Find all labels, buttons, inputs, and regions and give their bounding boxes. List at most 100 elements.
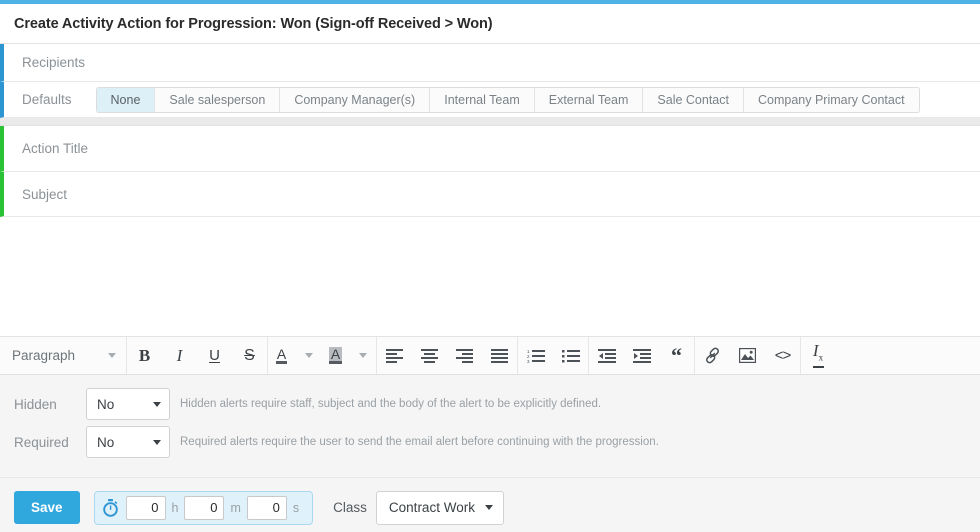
clear-formatting-button[interactable]: Ix (801, 337, 836, 374)
action-title-row[interactable]: Action Title (0, 126, 980, 172)
tab-sale-salesperson-label: Sale salesperson (169, 92, 266, 107)
align-right-icon (456, 348, 473, 363)
highlight-color-button[interactable]: A (322, 337, 349, 374)
paragraph-format-select[interactable]: Paragraph (0, 337, 126, 374)
ordered-list-icon: 1 2 3 (527, 349, 545, 363)
tab-internal-team-label: Internal Team (444, 92, 520, 107)
align-center-button[interactable] (412, 337, 447, 374)
text-style-group: B I U S (127, 337, 267, 374)
tab-internal-team[interactable]: Internal Team (430, 87, 535, 112)
hours-input[interactable]: 0 (125, 495, 166, 520)
indent-button[interactable] (624, 337, 659, 374)
strikethrough-button[interactable]: S (232, 337, 267, 374)
italic-icon: I (176, 345, 183, 365)
tab-none[interactable]: None (96, 87, 156, 112)
defaults-label: Defaults (22, 92, 72, 107)
recipient-tab-group: None Sale salesperson Company Manager(s)… (95, 86, 920, 113)
align-justify-button[interactable] (482, 337, 517, 374)
tab-company-primary-contact-label: Company Primary Contact (757, 92, 905, 107)
source-code-icon: <> (774, 347, 792, 364)
hidden-select-value: No (97, 396, 115, 412)
activity-action-dialog: Create Activity Action for Progression: … (0, 0, 980, 532)
link-icon (706, 347, 719, 364)
time-tracker-group: 0 h 0 m 0 s (93, 490, 314, 525)
clear-format-group: Ix (801, 337, 836, 374)
tab-company-primary-contact[interactable]: Company Primary Contact (743, 87, 919, 112)
chevron-down-icon (153, 401, 161, 407)
seconds-input[interactable]: 0 (246, 495, 287, 520)
tab-external-team[interactable]: External Team (534, 87, 644, 112)
required-row: Required No Required alerts require the … (14, 425, 980, 459)
blockquote-icon: “ (671, 342, 682, 368)
bullet-list-icon (561, 349, 580, 362)
tab-sale-salesperson[interactable]: Sale salesperson (155, 87, 281, 112)
svg-text:3: 3 (527, 359, 530, 363)
recipients-label: Recipients (22, 55, 86, 70)
clear-formatting-icon: Ix (812, 342, 825, 368)
hidden-select[interactable]: No (86, 388, 170, 420)
rich-text-editor-body[interactable] (0, 217, 980, 337)
class-select[interactable]: Contract Work (375, 490, 504, 525)
hours-unit-label: h (171, 500, 179, 515)
italic-button[interactable]: I (162, 337, 197, 374)
subject-input[interactable]: Subject (22, 187, 67, 202)
align-justify-icon (491, 348, 508, 363)
hidden-label: Hidden (14, 396, 57, 412)
chevron-down-icon (153, 439, 161, 445)
tab-external-team-label: External Team (548, 92, 629, 107)
options-section: Hidden No Hidden alerts require staff, s… (0, 375, 980, 478)
chevron-down-icon (358, 353, 367, 358)
chevron-down-icon (484, 505, 493, 510)
class-label: Class (333, 500, 367, 515)
editor-toolbar: Paragraph B I U S A A 1 2 3 “ <> Ix (0, 337, 980, 375)
image-icon (739, 348, 756, 363)
required-select-value: No (97, 434, 115, 450)
stopwatch-icon[interactable] (102, 498, 119, 517)
save-button[interactable]: Save (14, 491, 80, 524)
blockquote-button[interactable]: “ (659, 337, 694, 374)
required-select[interactable]: No (86, 426, 170, 458)
dialog-titlebar: Create Activity Action for Progression: … (0, 4, 980, 44)
image-button[interactable] (730, 337, 765, 374)
minutes-input[interactable]: 0 (184, 495, 225, 520)
align-left-button[interactable] (377, 337, 412, 374)
insert-group: <> (695, 337, 800, 374)
subject-row[interactable]: Subject (0, 172, 980, 217)
minutes-unit-label: m (230, 500, 241, 515)
outdent-button[interactable] (589, 337, 624, 374)
font-color-dropdown[interactable] (295, 337, 322, 374)
highlight-color-dropdown[interactable] (349, 337, 376, 374)
seconds-unit-label: s (292, 500, 300, 515)
tab-sale-contact-label: Sale Contact (657, 92, 729, 107)
class-select-value: Contract Work (388, 500, 475, 515)
color-group: A A (268, 337, 376, 374)
defaults-row: Defaults None Sale salesperson Company M… (0, 82, 980, 118)
required-help-text: Required alerts require the user to send… (180, 436, 659, 448)
ordered-list-button[interactable]: 1 2 3 (518, 337, 553, 374)
link-button[interactable] (695, 337, 730, 374)
alignment-group (377, 337, 517, 374)
bold-button[interactable]: B (127, 337, 162, 374)
underline-button[interactable]: U (197, 337, 232, 374)
tab-none-label: None (110, 92, 141, 107)
chevron-down-icon (108, 353, 116, 358)
section-divider (0, 118, 980, 126)
list-group: 1 2 3 (518, 337, 588, 374)
recipients-row[interactable]: Recipients (0, 44, 980, 82)
bullet-list-button[interactable] (553, 337, 588, 374)
align-left-icon (386, 348, 403, 363)
font-color-button[interactable]: A (268, 337, 295, 374)
tab-sale-contact[interactable]: Sale Contact (643, 87, 744, 112)
highlight-color-icon: A (328, 346, 343, 364)
hidden-row: Hidden No Hidden alerts require staff, s… (14, 387, 980, 421)
source-code-button[interactable]: <> (765, 337, 800, 374)
tab-company-managers-label: Company Manager(s) (294, 92, 416, 107)
paragraph-format-group: Paragraph (0, 337, 126, 374)
outdent-icon (597, 348, 616, 363)
save-button-label: Save (31, 500, 63, 515)
page-title: Create Activity Action for Progression: … (14, 15, 493, 32)
action-title-input[interactable]: Action Title (22, 141, 88, 156)
tab-company-managers[interactable]: Company Manager(s) (280, 87, 431, 112)
align-center-icon (421, 348, 438, 363)
align-right-button[interactable] (447, 337, 482, 374)
